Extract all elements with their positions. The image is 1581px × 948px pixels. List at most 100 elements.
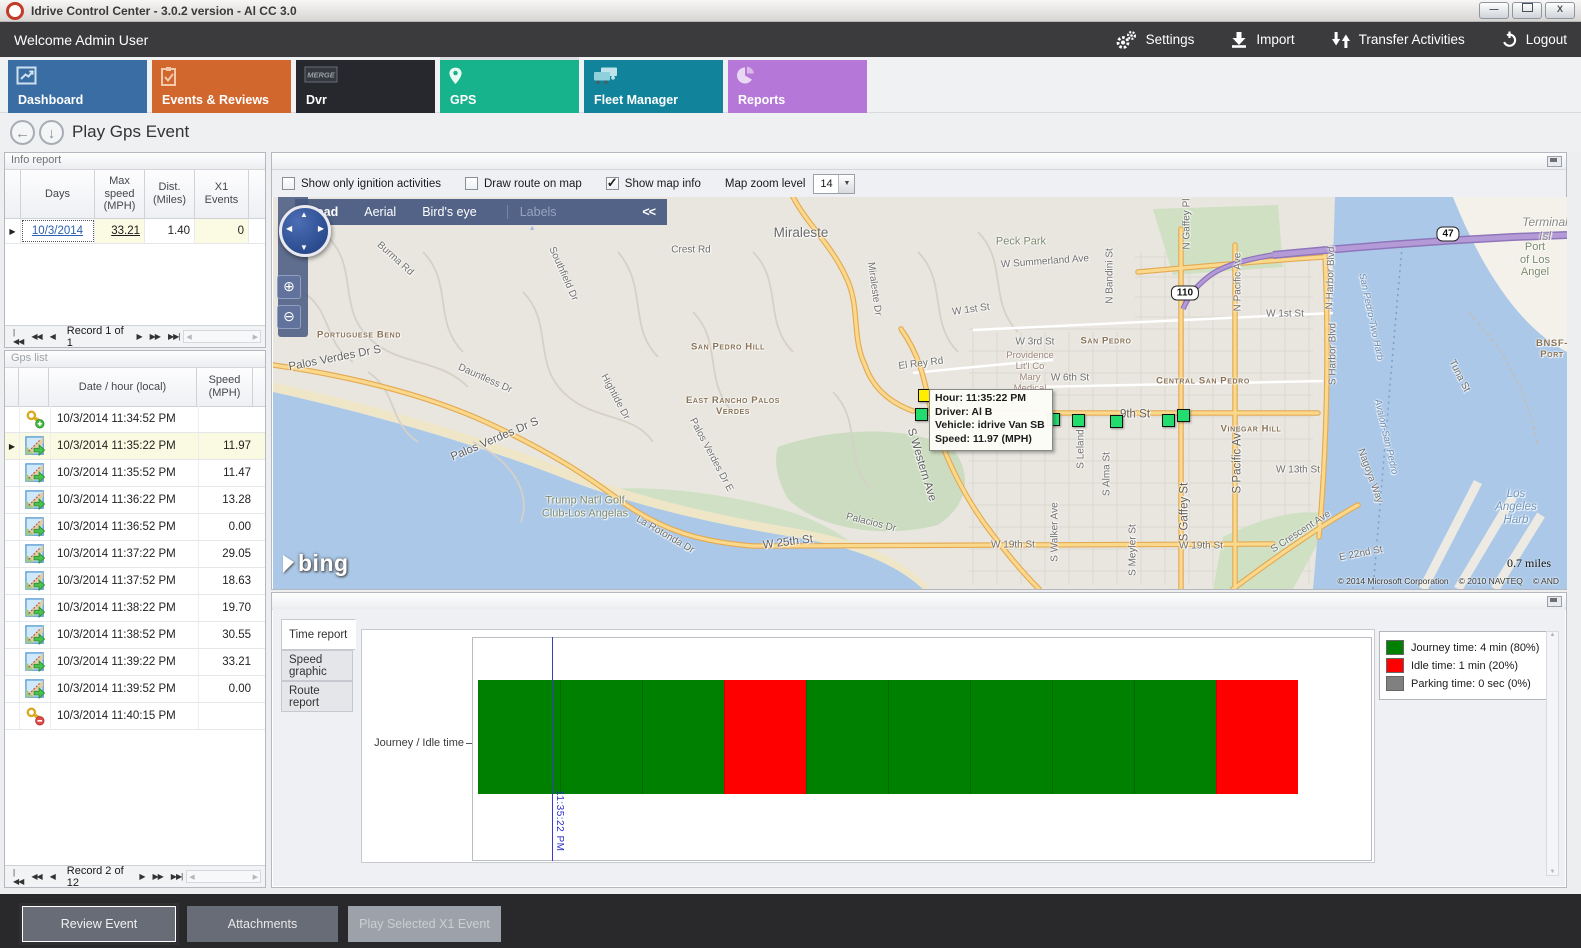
checkbox-box[interactable] [606, 177, 619, 190]
row-marker-icon [5, 622, 20, 648]
gps-row[interactable]: 10/3/2014 11:40:15 PM [5, 703, 265, 730]
day-link[interactable]: 10/3/2014 [21, 219, 95, 243]
pan-left-icon[interactable]: ◀ [286, 224, 292, 233]
gps-marker[interactable] [1072, 414, 1085, 427]
current-time-label: 11:35:22 PM [554, 790, 565, 851]
gps-marker[interactable] [1162, 414, 1175, 427]
gps-row[interactable]: 10/3/2014 11:34:52 PM [5, 406, 265, 433]
gps-row[interactable]: 10/3/2014 11:35:52 PM11.47 [5, 460, 265, 487]
map-zoom-select[interactable]: 14▼ [813, 174, 855, 194]
zoom-out-button[interactable]: ⊖ [277, 305, 301, 329]
tab-route-report[interactable]: Route report [281, 681, 353, 712]
gps-row[interactable]: 10/3/2014 11:38:22 PM19.70 [5, 595, 265, 622]
import-action[interactable]: Import [1230, 31, 1294, 49]
prev-page-icon[interactable]: ◀◀ [31, 332, 41, 341]
highway-shield-110: 110 [1171, 286, 1199, 301]
app-icon [6, 2, 24, 20]
gps-row[interactable]: ▶10/3/2014 11:35:22 PM11.97 [5, 433, 265, 460]
max-speed-value[interactable]: 33.21 [95, 219, 145, 243]
checkbox-box[interactable] [282, 177, 295, 190]
back-button[interactable]: ← [10, 120, 35, 145]
svg-text:MERGE: MERGE [307, 71, 336, 80]
col-speed: Speed (MPH) [197, 368, 253, 406]
review-event-button[interactable]: Review Event [22, 906, 176, 942]
gps-row[interactable]: 10/3/2014 11:37:52 PM18.63 [5, 568, 265, 595]
first-record-icon[interactable]: |◀◀ [13, 328, 23, 346]
segment-journey [806, 680, 888, 794]
tab-dashboard[interactable]: Dashboard [8, 60, 147, 113]
next-page-icon[interactable]: ▶▶ [152, 872, 162, 881]
bing-map[interactable]: Burma RdSouthfield DrCrest RdMiralesteMi… [273, 197, 1567, 589]
minimize-button[interactable]: — [1479, 2, 1509, 19]
panel-collapse-icon[interactable] [1547, 596, 1562, 607]
toolbar-collapse-button[interactable]: << [642, 205, 655, 219]
tab-fleet-manager[interactable]: Fleet Manager [584, 60, 723, 113]
checkbox-show-only-ignition-activities[interactable]: Show only ignition activities [282, 177, 441, 190]
panel-collapse-icon[interactable] [1547, 156, 1562, 167]
idrive-control-center-window: Idrive Control Center - 3.0.2 version - … [0, 0, 1581, 948]
chevron-down-icon: ▼ [838, 175, 854, 193]
vertical-scrollbar[interactable]: ▲▼ [1546, 631, 1559, 876]
row-marker-icon [5, 406, 20, 432]
col-dist: Dist. (Miles) [145, 170, 195, 218]
pan-up-icon[interactable]: ▲ [300, 210, 308, 219]
import-icon [1230, 31, 1248, 49]
zoom-in-button[interactable]: ⊕ [277, 275, 301, 299]
checkbox-draw-route-on-map[interactable]: Draw route on map [465, 177, 582, 190]
gps-row[interactable]: 10/3/2014 11:37:22 PM29.05 [5, 541, 265, 568]
horizontal-scrollbar[interactable]: ◀▶ [183, 330, 261, 343]
segment-journey [1134, 680, 1216, 794]
gps-row[interactable]: 10/3/2014 11:39:22 PM33.21 [5, 649, 265, 676]
gps-row[interactable]: 10/3/2014 11:36:52 PM0.00 [5, 514, 265, 541]
next-record-icon[interactable]: ▶ [139, 872, 144, 881]
prev-record-icon[interactable]: ◀ [50, 332, 55, 341]
tab-events-reviews[interactable]: Events & Reviews [152, 60, 291, 113]
gps-marker[interactable] [915, 408, 928, 421]
gps-list-title: Gps list [5, 351, 265, 368]
map-view-bird-s-eye[interactable]: Bird's eye [422, 205, 477, 219]
map-view-labels[interactable]: Labels [507, 205, 557, 219]
logout-action[interactable]: Logout [1501, 31, 1567, 48]
tab-speed-graphic[interactable]: Speed graphic [281, 650, 353, 681]
info-report-title: Info report [5, 153, 265, 170]
gps-row[interactable]: 10/3/2014 11:38:52 PM30.55 [5, 622, 265, 649]
map-panel-header [272, 153, 1566, 170]
last-record-icon[interactable]: ▶▶| [168, 332, 179, 341]
tab-time-report[interactable]: Time report [281, 619, 356, 650]
last-record-icon[interactable]: ▶▶| [171, 872, 182, 881]
segment-idle [1216, 680, 1298, 794]
checkbox-show-map-info[interactable]: Show map info [606, 177, 701, 190]
prev-record-icon[interactable]: ◀ [50, 872, 55, 881]
gps-row[interactable]: 10/3/2014 11:39:52 PM0.00 [5, 676, 265, 703]
pan-down-icon[interactable]: ▼ [300, 243, 308, 252]
close-button[interactable]: X [1545, 2, 1575, 19]
gps-row[interactable]: 10/3/2014 11:36:22 PM13.28 [5, 487, 265, 514]
first-record-icon[interactable]: |◀◀ [13, 868, 23, 886]
attachments-button[interactable]: Attachments [187, 906, 338, 942]
tab-gps[interactable]: GPS [440, 60, 579, 113]
gps-point-icon [20, 676, 51, 702]
collapse-header-button[interactable]: ↓ [39, 120, 64, 145]
legend-item: Idle time: 1 min (20%) [1386, 658, 1544, 673]
ignition-off-icon [20, 703, 51, 729]
tab-dvr[interactable]: MERGEDvr [296, 60, 435, 113]
checkbox-box[interactable] [465, 177, 478, 190]
settings-action[interactable]: Settings [1115, 30, 1195, 50]
gps-marker[interactable] [1110, 415, 1123, 428]
prev-page-icon[interactable]: ◀◀ [31, 872, 41, 881]
ignition-on-icon [20, 406, 51, 432]
maximize-button[interactable] [1512, 2, 1542, 19]
gps-point-icon [20, 487, 51, 513]
pan-compass[interactable]: ▲ ▼ ◀ ▶ [279, 205, 331, 257]
next-record-icon[interactable]: ▶ [136, 332, 141, 341]
pan-right-icon[interactable]: ▶ [318, 224, 324, 233]
transfer-activities-action[interactable]: Transfer Activities [1331, 31, 1465, 49]
map-view-aerial[interactable]: Aerial [364, 205, 396, 219]
gps-list-panel: Gps list Date / hour (local) Speed (MPH)… [4, 350, 266, 888]
gps-point-icon [20, 460, 51, 486]
horizontal-scrollbar[interactable]: ◀▶ [186, 870, 261, 883]
gps-marker[interactable] [1177, 409, 1190, 422]
tab-reports[interactable]: Reports [728, 60, 867, 113]
gps-point-icon [20, 514, 51, 540]
next-page-icon[interactable]: ▶▶ [150, 332, 160, 341]
